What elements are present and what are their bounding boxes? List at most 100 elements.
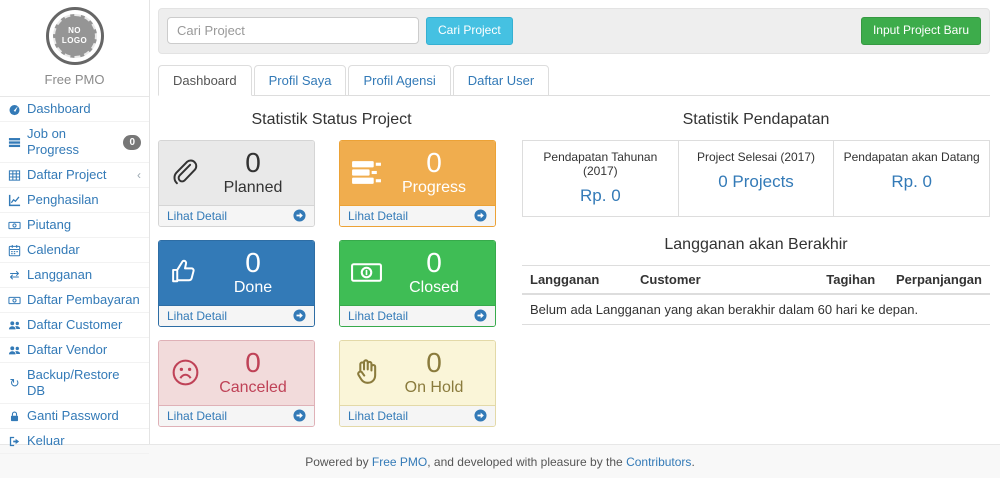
col-customer: Customer (632, 265, 818, 294)
sidebar-item-label: Daftar Pembayaran (27, 292, 140, 308)
status-label: On Hold (405, 379, 464, 397)
stat-label: Project Selesai (2017) (685, 150, 828, 164)
app-logo: NO LOGO (46, 7, 104, 65)
main-content: Cari Project Input Project Baru Dashboar… (150, 0, 1000, 444)
lihat-detail-link[interactable]: Lihat Detail (159, 305, 314, 326)
status-card-body: 0 Canceled (159, 341, 314, 405)
no-logo-badge: NO LOGO (53, 14, 97, 58)
lihat-detail-label: Lihat Detail (167, 209, 227, 223)
status-card-body: 0 Progress (340, 141, 495, 205)
sidebar-item-daftar-customer[interactable]: Daftar Customer (0, 313, 149, 338)
status-count: 0 (245, 348, 261, 377)
retweet-icon: ⇄ (8, 269, 21, 282)
arrow-circle-right-icon (474, 209, 487, 222)
money-icon (8, 294, 21, 307)
gauge-icon (8, 103, 21, 116)
search-toolbar: Cari Project Input Project Baru (158, 8, 990, 54)
status-cards-grid: 0 Planned Lihat Detail (158, 140, 505, 427)
tasks-icon (8, 136, 21, 149)
line-chart-icon (8, 194, 21, 207)
status-card-body: 0 Planned (159, 141, 314, 205)
sidebar-item-calendar[interactable]: Calendar (0, 238, 149, 263)
job-count-badge: 0 (123, 135, 141, 150)
sidebar-item-keluar[interactable]: Keluar (0, 429, 149, 454)
footer-link-free-pmo[interactable]: Free PMO (372, 455, 427, 469)
tab-profil-saya[interactable]: Profil Saya (254, 65, 347, 96)
sidebar-item-backup-restore[interactable]: ↻ Backup/Restore DB (0, 363, 149, 404)
sidebar-item-label: Daftar Project (27, 167, 106, 183)
sidebar-item-daftar-pembayaran[interactable]: Daftar Pembayaran (0, 288, 149, 313)
arrow-circle-right-icon (293, 409, 306, 422)
status-label: Closed (409, 279, 459, 297)
tab-dashboard[interactable]: Dashboard (158, 65, 252, 96)
status-card-body: 0 Closed (340, 241, 495, 305)
search-button[interactable]: Cari Project (426, 17, 513, 45)
status-card-on-hold: 0 On Hold Lihat Detail (339, 340, 496, 427)
sidebar-item-dashboard[interactable]: Dashboard (0, 97, 149, 122)
sidebar-item-job-on-progress[interactable]: Job on Progress 0 (0, 122, 149, 163)
sidebar-item-label: Piutang (27, 217, 71, 233)
subscription-empty-message: Belum ada Langganan yang akan berakhir d… (522, 294, 990, 325)
income-section: Statistik Pendapatan Pendapatan Tahunan … (522, 98, 990, 427)
status-count: 0 (426, 348, 442, 377)
search-input[interactable] (167, 17, 419, 44)
status-card-meta: 0 Canceled (202, 348, 304, 396)
table-icon (8, 169, 21, 182)
new-project-button[interactable]: Input Project Baru (861, 17, 981, 45)
lihat-detail-link[interactable]: Lihat Detail (159, 205, 314, 226)
status-card-planned: 0 Planned Lihat Detail (158, 140, 315, 227)
status-card-meta: 0 Progress (383, 148, 485, 196)
stat-value-link[interactable]: Rp. 0 (840, 172, 983, 192)
status-card-meta: 0 Planned (202, 148, 304, 196)
stat-value-link[interactable]: 0 Projects (685, 172, 828, 192)
sidebar-item-label: Dashboard (27, 101, 91, 117)
sign-out-icon (8, 435, 21, 448)
lihat-detail-label: Lihat Detail (167, 309, 227, 323)
lihat-detail-link[interactable]: Lihat Detail (340, 205, 495, 226)
sidebar: NO LOGO Free PMO Dashboard Job on Progre… (0, 0, 150, 444)
status-card-done: 0 Done Lihat Detail (158, 240, 315, 327)
sidebar-item-langganan[interactable]: ⇄ Langganan (0, 263, 149, 288)
sidebar-item-daftar-project[interactable]: Daftar Project ‹ (0, 163, 149, 188)
status-label: Done (234, 279, 272, 297)
money-icon (8, 219, 21, 232)
status-count: 0 (426, 248, 442, 277)
sidebar-item-label: Ganti Password (27, 408, 119, 424)
sidebar-item-penghasilan[interactable]: Penghasilan (0, 188, 149, 213)
status-card-canceled: 0 Canceled Lihat Detail (158, 340, 315, 427)
status-card-body: 0 On Hold (340, 341, 495, 405)
frown-icon (169, 356, 202, 389)
status-card-body: 0 Done (159, 241, 314, 305)
footer-text: Powered by (305, 455, 372, 469)
lihat-detail-link[interactable]: Lihat Detail (159, 405, 314, 426)
lihat-detail-link[interactable]: Lihat Detail (340, 305, 495, 326)
footer-text: , and developed with pleasure by the (427, 455, 626, 469)
tab-profil-agensi[interactable]: Profil Agensi (348, 65, 450, 96)
status-card-meta: 0 Closed (383, 248, 485, 296)
arrow-circle-right-icon (293, 209, 306, 222)
stat-project-selesai: Project Selesai (2017) 0 Projects (679, 141, 835, 216)
tab-daftar-user[interactable]: Daftar User (453, 65, 549, 96)
sidebar-item-daftar-vendor[interactable]: Daftar Vendor (0, 338, 149, 363)
lock-icon (8, 410, 21, 423)
income-stats-table: Pendapatan Tahunan (2017) Rp. 0 Project … (522, 140, 990, 217)
users-icon (8, 319, 21, 332)
status-count: 0 (245, 248, 261, 277)
sidebar-item-piutang[interactable]: Piutang (0, 213, 149, 238)
sidebar-item-label: Backup/Restore DB (27, 367, 141, 399)
dashboard-content: Statistik Status Project 0 Planned Lihat… (158, 96, 990, 427)
stat-value-link[interactable]: Rp. 0 (529, 186, 672, 206)
status-section-title: Statistik Status Project (158, 111, 505, 129)
arrow-circle-right-icon (293, 309, 306, 322)
sidebar-item-ganti-password[interactable]: Ganti Password (0, 404, 149, 429)
money-bill-icon (350, 256, 383, 289)
sidebar-item-label: Langganan (27, 267, 92, 283)
subscription-section-title: Langganan akan Berakhir (522, 236, 990, 254)
status-label: Progress (402, 179, 466, 197)
hand-icon (350, 356, 383, 389)
status-count: 0 (426, 148, 442, 177)
app-window: NO LOGO Free PMO Dashboard Job on Progre… (0, 0, 1000, 444)
app-name: Free PMO (0, 72, 149, 87)
lihat-detail-link[interactable]: Lihat Detail (340, 405, 495, 426)
footer-link-contributors[interactable]: Contributors (626, 455, 691, 469)
